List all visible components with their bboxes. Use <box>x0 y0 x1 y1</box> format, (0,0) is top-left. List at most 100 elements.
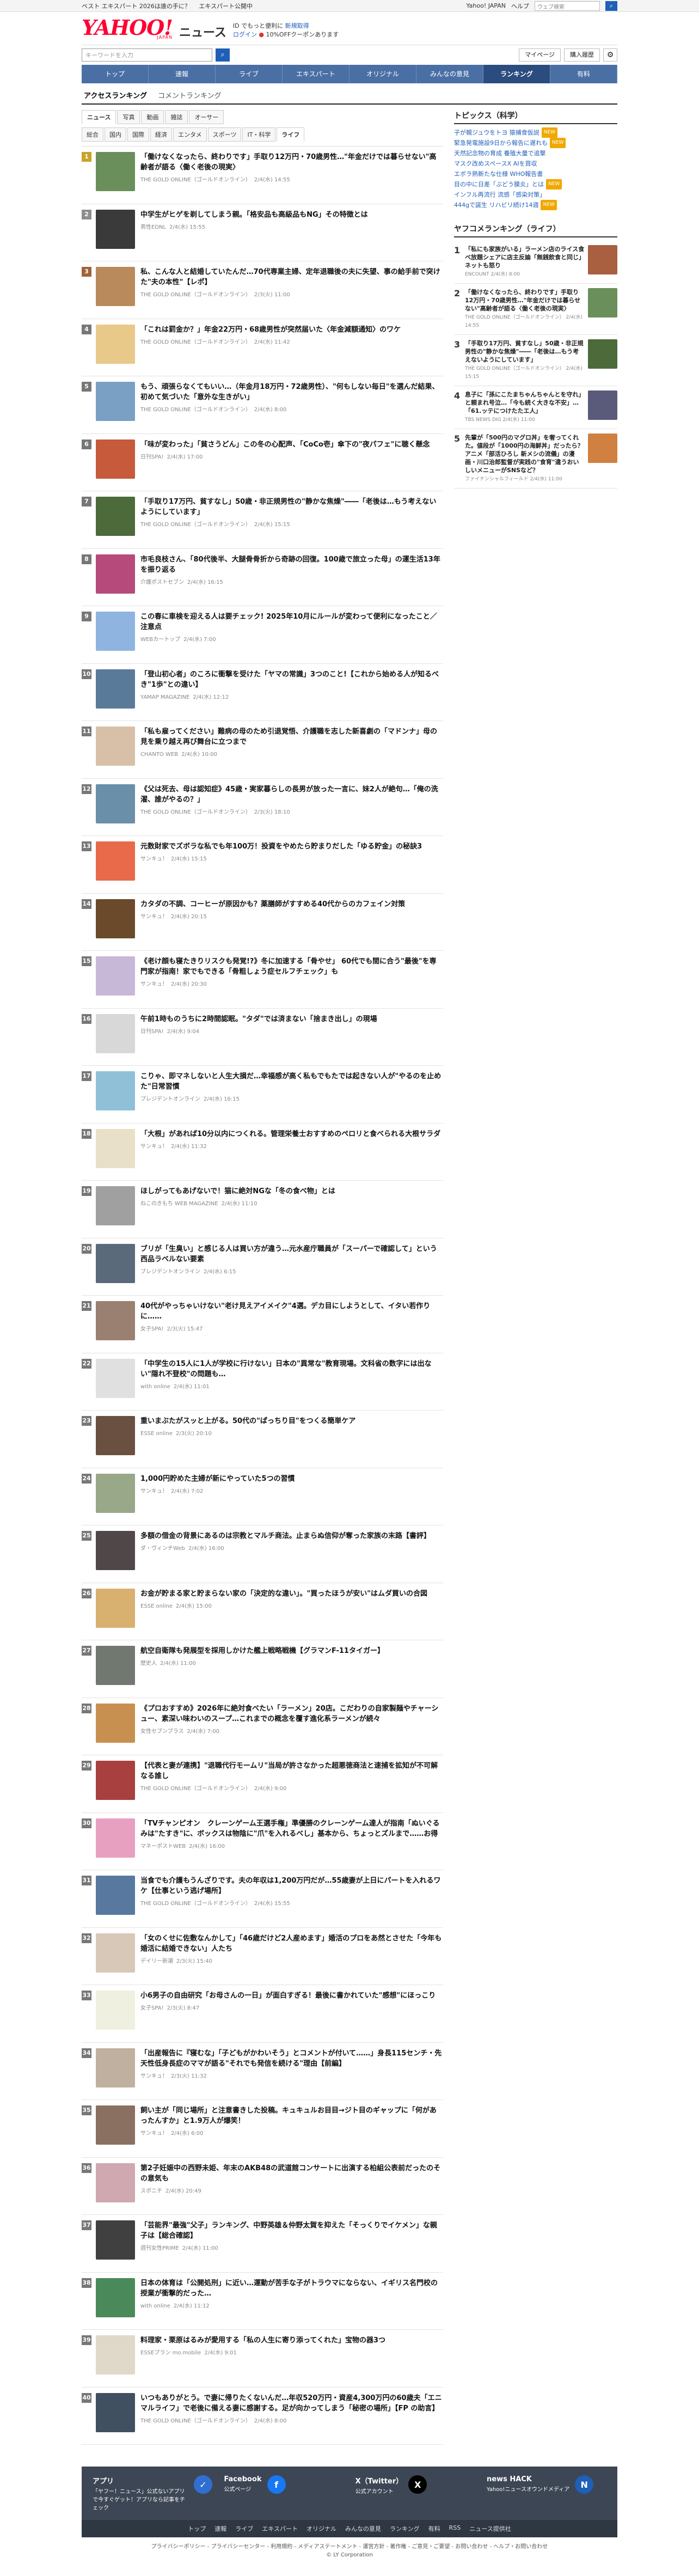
article-title[interactable]: 「登山初心者」のころに衝撃を受けた「ヤマの常識」3つのこと!【これから始める人が… <box>140 669 443 690</box>
topic-item[interactable]: 天然記念物の育成 養殖大量で追撃 <box>454 148 617 158</box>
ranking-item[interactable]: 25 多額の借金の背景にあるのは宗教とマルチ商法。止まらぬ信仰が奪った家族の末路【… <box>82 1525 443 1583</box>
ranking-item[interactable]: 40 いつもありがとう。で妻に帰りたくないんだ…年収520万円・資産4,300万円… <box>82 2388 443 2445</box>
article-thumbnail[interactable] <box>96 1243 135 1283</box>
article-title[interactable]: 「私も雇ってください」難病の母のため引退覚悟、介護職を志した新喜劇の「マドンナ」… <box>140 727 443 747</box>
article-thumbnail[interactable] <box>96 1818 135 1858</box>
article-thumbnail[interactable] <box>96 1761 135 1800</box>
article-thumbnail[interactable] <box>96 2105 135 2145</box>
comment-ranking-item[interactable]: 5 先輩が「500円のマグロ丼」を奢ってくれた。値段が「1000円の海鮮丼」だった… <box>454 429 617 489</box>
nav-top[interactable]: トップ <box>82 65 149 83</box>
ranking-item[interactable]: 33 小6男子の自由研究「お母さんの一日」が面白すぎる！最後に書かれていた"感想"… <box>82 1985 443 2043</box>
article-title[interactable]: 元数財家でズボラな私でも年100万！投資をやめたら貯まりだした「ゆる貯金」の秘訣… <box>140 841 443 852</box>
comment-ranking-item[interactable]: 3 「手取り17万円、貧すなし」50歳・非正規男性の"静かな焦燥"――「老後は…も… <box>454 335 617 386</box>
article-thumbnail[interactable] <box>96 956 135 996</box>
tab-magazine[interactable]: 雑誌 <box>165 110 188 124</box>
article-thumbnail[interactable] <box>96 669 135 709</box>
footer-facebook[interactable]: Facebook 公式ページ f <box>224 2475 344 2511</box>
article-thumbnail[interactable] <box>96 1646 135 1685</box>
footer-link[interactable]: ランキング <box>390 2524 420 2533</box>
article-thumbnail[interactable] <box>96 2220 135 2260</box>
tab-category-sports[interactable]: スポーツ <box>207 127 242 142</box>
tab-category-domestic[interactable]: 国内 <box>105 127 126 142</box>
ranking-item[interactable]: 5 もう、頑張らなくてもいい…（年金月18万円・72歳男性）、"何もしない毎日"を… <box>82 376 443 434</box>
help-link[interactable]: ヘルプ <box>511 2 529 10</box>
ranking-item[interactable]: 11 「私も雇ってください」難病の母のため引退覚悟、介護職を志した新喜劇の「マドン… <box>82 721 443 779</box>
article-title[interactable]: こりゃ、即マネしないと人生大損だ…幸福感が高く私もでもたでは起きない人が"やるの… <box>140 1071 443 1092</box>
footer-x[interactable]: X（Twitter） 公式アカウント X <box>355 2475 475 2511</box>
tab-category-all[interactable]: 総合 <box>82 127 103 142</box>
article-thumbnail[interactable] <box>96 209 135 249</box>
footer-link[interactable]: 有料 <box>428 2524 440 2533</box>
footer-app[interactable]: アプリ 「ヤフー！ニュース」公式ないアプリで今すぐゲット！アプリなら記事をチェッ… <box>93 2475 212 2511</box>
ranking-item[interactable]: 22 「中学生の15人に1人が学校に行けない」日本の"異常な"教育現場。文科省の数… <box>82 1353 443 1411</box>
ranking-item[interactable]: 30 「TVチャンピオン クレーンゲーム王選手権」準優勝のクレーンゲーム達人が指南… <box>82 1813 443 1870</box>
login-link[interactable]: ログイン <box>233 31 257 38</box>
ranking-item[interactable]: 28 《プロおすすめ》2026年に絶対食べたい「ラーメン」20店。こだわりの自家製… <box>82 1698 443 1755</box>
tab-access-ranking[interactable]: アクセスランキング <box>84 90 147 100</box>
article-thumbnail[interactable] <box>96 1358 135 1398</box>
article-title[interactable]: 私、こんな人と結婚していたんだ…70代専業主婦、定年退職後の夫に失望、事の給手前… <box>140 267 443 288</box>
article-title[interactable]: 40代がやっちゃいけない"老け見えアイメイク"4選。デカ目にしようとして、イタい… <box>140 1301 443 1322</box>
ranking-item[interactable]: 29 【代表と妻が連携】"退職代行モームリ"当局が許さなかった超悪徳商法と速捕を拡… <box>82 1755 443 1813</box>
article-title[interactable]: 中学生がヒゲを剃してしまう親。「格安品も高級品もNG」その特徴とは <box>140 210 443 220</box>
ranking-item[interactable]: 21 40代がやっちゃいけない"老け見えアイメイク"4選。デカ目にしようとして、イ… <box>82 1296 443 1353</box>
article-thumbnail[interactable] <box>96 2335 135 2374</box>
topic-item[interactable]: 子が親ジュウをトヨ 猿捕食仮説 NEW <box>454 127 617 138</box>
nav-expert[interactable]: エキスパート <box>283 65 350 83</box>
ranking-item[interactable]: 23 重いまぶたがスッと上がる。50代の"ぱっちり目"をつくる簡単ケア ESSE o… <box>82 1411 443 1468</box>
comment-ranking-thumbnail[interactable] <box>588 339 617 369</box>
article-thumbnail[interactable] <box>96 2392 135 2432</box>
footer-link[interactable]: エキスパート <box>262 2524 298 2533</box>
article-title[interactable]: 日本の体育は「公開処刑」に近い…運動が苦手な子がトラウマにならない、イギリス名門… <box>140 2278 443 2299</box>
ranking-item[interactable]: 27 航空自衛隊も発展型を採用しかけた艦上戦略戦機【グラマンF-11タイガー】 歴史… <box>82 1640 443 1698</box>
article-title[interactable]: いつもありがとう。で妻に帰りたくないんだ…年収520万円・資産4,300万円の6… <box>140 2393 443 2414</box>
article-title[interactable]: 「働けなくなったら、終わりです」手取り12万円・70歳男性…"年金だけでは暮らせ… <box>140 152 443 173</box>
service-name[interactable]: ニュース <box>179 23 226 40</box>
article-title[interactable]: 航空自衛隊も発展型を採用しかけた艦上戦略戦機【グラマンF-11タイガー】 <box>140 1646 443 1656</box>
article-thumbnail[interactable] <box>96 1186 135 1225</box>
ranking-item[interactable]: 2 中学生がヒゲを剃してしまう親。「格安品も高級品もNG」その特徴とは 男性EDNL… <box>82 204 443 261</box>
article-thumbnail[interactable] <box>96 1933 135 1973</box>
tab-category-entertainment[interactable]: エンタメ <box>173 127 207 142</box>
article-title[interactable]: 「芸能界"最強"父子」ランキング、中野英雄＆仲野太賀を抑えた「そっくりでイケメン… <box>140 2220 443 2241</box>
mypage-button[interactable]: マイページ <box>519 48 561 62</box>
coupon-text[interactable]: 10%OFFクーポンあります <box>266 31 339 38</box>
article-title[interactable]: 午前1時ものうちに2時間認眠。"タダ"では済まない「捨まき出し」の現場 <box>140 1014 443 1024</box>
ranking-item[interactable]: 18 「大根」があれば10分以内につくれる。管理栄養士おすすめのペロリと食べられる… <box>82 1124 443 1181</box>
article-thumbnail[interactable] <box>96 899 135 938</box>
tab-video[interactable]: 動画 <box>141 110 164 124</box>
ranking-item[interactable]: 17 こりゃ、即マネしないと人生大損だ…幸福感が高く私もでもたでは起きない人が"や… <box>82 1066 443 1124</box>
article-thumbnail[interactable] <box>96 841 135 881</box>
nav-paid[interactable]: 有料 <box>550 65 617 83</box>
ranking-item[interactable]: 3 私、こんな人と結婚していたんだ…70代専業主婦、定年退職後の夫に失望、事の給手… <box>82 261 443 319</box>
article-thumbnail[interactable] <box>96 1416 135 1455</box>
ranking-item[interactable]: 9 この春に車検を迎える人は要チェック! 2025年10月にルールが変わって便利に… <box>82 606 443 664</box>
article-title[interactable]: お金が貯まる家と貯まらない家の「決定的な違い」。"買ったほうが安い"はムダ買いの… <box>140 1589 443 1599</box>
article-title[interactable]: ほしがってもあげないで！猫に絶対NGな「冬の食べ物」とは <box>140 1186 443 1197</box>
tab-category-economy[interactable]: 経済 <box>150 127 172 142</box>
article-thumbnail[interactable] <box>96 1071 135 1110</box>
article-title[interactable]: 「出産報告に『寝むな」「子どもがかわいそう」とコメントが付いて……」身長115セ… <box>140 2048 443 2069</box>
ranking-item[interactable]: 7 「手取り17万円、貧すなし」50歳・非正規男性の"静かな焦燥"――「老後は…も… <box>82 491 443 549</box>
ranking-item[interactable]: 14 カタダの不調、コーヒーが原因かも？薬膳師がすすめる40代からのカフェイン対策… <box>82 894 443 951</box>
ranking-item[interactable]: 31 当食でも介護もうんざりです。夫の年収は1,200万円だが…55歳妻が上日にパ… <box>82 1870 443 1928</box>
yahoo-logo[interactable]: YAHOO! JAPAN <box>82 17 173 40</box>
article-thumbnail[interactable] <box>96 267 135 306</box>
ranking-item[interactable]: 39 料理家・栗原はるみが愛用する「私の人生に寄り添ってくれた」宝物の器3つ ESS… <box>82 2330 443 2388</box>
tab-category-it-science[interactable]: IT・科学 <box>242 127 276 142</box>
news-search-input[interactable]: キーワードを入力 <box>82 48 212 62</box>
ranking-item[interactable]: 13 元数財家でズボラな私でも年100万！投資をやめたら貯まりだした「ゆる貯金」の… <box>82 836 443 894</box>
web-search-input[interactable]: ウェブ検索 <box>535 1 600 11</box>
ranking-item[interactable]: 4 「これは罰金か？」年金22万円・68歳男性が突然届いた〈年金減額通知〉のワケ T… <box>82 319 443 376</box>
article-thumbnail[interactable] <box>96 497 135 536</box>
article-title[interactable]: 「味が変わった」「貧さうどん」この冬の心配声、「CoCo壱」傘下の"夜パフェ"に… <box>140 439 443 450</box>
article-thumbnail[interactable] <box>96 152 135 191</box>
comment-ranking-title[interactable]: 息子に「孫にこたまちゃんちゃんとを守れ」と頼まれ号泣…「今も続く大きな不安」…「… <box>465 390 585 424</box>
purchase-history-button[interactable]: 購入履歴 <box>564 48 600 62</box>
topic-item[interactable]: 444gで誕生 リハビリ続け14週 NEW <box>454 200 617 210</box>
article-thumbnail[interactable] <box>96 1301 135 1340</box>
promo-link-2[interactable]: エキスパート公開中 <box>199 3 253 10</box>
article-thumbnail[interactable] <box>96 1473 135 1513</box>
footer-link[interactable]: オリジナル <box>306 2524 336 2533</box>
article-title[interactable]: 重いまぶたがスッと上がる。50代の"ぱっちり目"をつくる簡単ケア <box>140 1416 443 1426</box>
